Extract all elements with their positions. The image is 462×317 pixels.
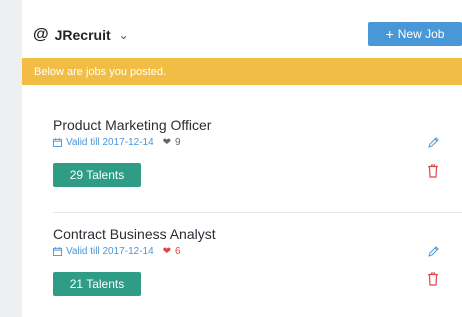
- jobs-panel: @ JRecruit ⌄ + New Job Below are jobs yo…: [22, 0, 462, 317]
- plus-icon: +: [385, 26, 394, 42]
- pencil-icon[interactable]: [426, 136, 440, 150]
- pencil-icon[interactable]: [426, 245, 440, 259]
- trash-icon[interactable]: [427, 272, 439, 286]
- job-title[interactable]: Product Marketing Officer: [53, 117, 211, 133]
- at-sign-icon: @: [33, 26, 49, 43]
- new-job-label: New Job: [397, 27, 445, 41]
- calendar-icon: [53, 247, 62, 256]
- talents-button[interactable]: 21 Talents: [53, 272, 141, 296]
- likes-count: 6: [175, 246, 181, 257]
- notice-banner: Below are jobs you posted.: [22, 58, 462, 85]
- notice-text: Below are jobs you posted.: [34, 65, 167, 78]
- talents-label: 21 Talents: [69, 277, 125, 291]
- heart-icon: ❤: [162, 246, 172, 257]
- new-job-button[interactable]: + New Job: [368, 22, 462, 46]
- trash-icon[interactable]: [427, 164, 439, 178]
- app-name: JRecruit: [54, 27, 111, 43]
- valid-till-text: Valid till 2017-12-14: [66, 246, 154, 257]
- chevron-down-icon: ⌄: [118, 28, 129, 42]
- talents-button[interactable]: 29 Talents: [53, 163, 141, 187]
- header: @ JRecruit ⌄ + New Job: [22, 0, 462, 58]
- job-meta: Valid till 2017-12-14 ❤ 9: [53, 137, 181, 148]
- job-meta: Valid till 2017-12-14 ❤ 6: [53, 246, 181, 257]
- job-divider: [53, 212, 462, 213]
- calendar-icon: [53, 138, 62, 147]
- likes-count: 9: [175, 137, 181, 148]
- talents-label: 29 Talents: [69, 168, 125, 182]
- app-switcher[interactable]: @ JRecruit ⌄: [33, 24, 129, 46]
- job-title[interactable]: Contract Business Analyst: [53, 226, 216, 242]
- valid-till-text: Valid till 2017-12-14: [66, 137, 154, 148]
- heart-icon: ❤: [162, 137, 172, 148]
